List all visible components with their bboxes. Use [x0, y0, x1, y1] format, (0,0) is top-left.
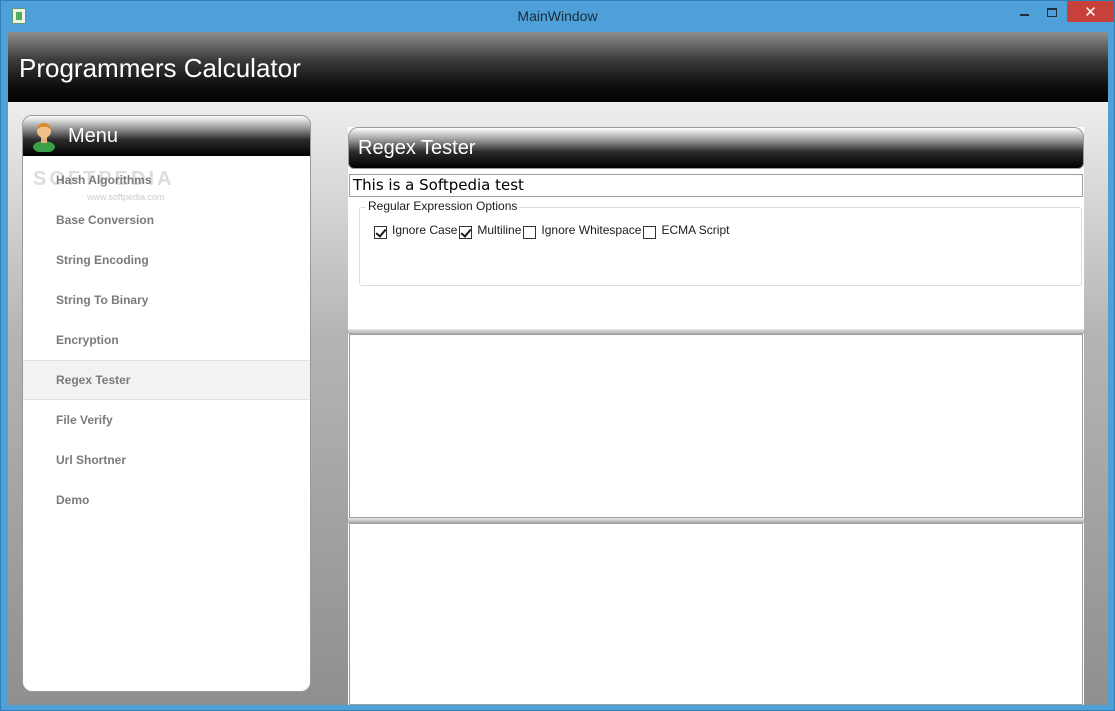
- menu-item-url-shortner[interactable]: Url Shortner: [23, 440, 310, 480]
- option-label: Ignore Case: [392, 223, 458, 237]
- close-icon: ✕: [1084, 3, 1097, 21]
- user-avatar-icon: [33, 123, 55, 152]
- option-ecma-script[interactable]: ECMA Script: [643, 222, 730, 239]
- minimize-icon: [1019, 14, 1029, 16]
- checkbox-icon[interactable]: [643, 225, 657, 239]
- checkbox-icon[interactable]: [523, 225, 537, 239]
- menu-list: Hash Algorithms Base Conversion String E…: [23, 160, 310, 520]
- menu-item-file-verify[interactable]: File Verify: [23, 400, 310, 440]
- menu-item-encryption[interactable]: Encryption: [23, 320, 310, 360]
- option-ignore-whitespace[interactable]: Ignore Whitespace: [523, 222, 642, 239]
- checkbox-icon[interactable]: [374, 225, 387, 239]
- client-area: Programmers Calculator Menu SOFTPEDIA ww…: [8, 32, 1108, 705]
- menu-item-regex-tester[interactable]: Regex Tester: [23, 360, 310, 400]
- content-title: Regex Tester: [358, 137, 476, 159]
- main-window: MainWindow ✕ Programmers Calculator Menu…: [0, 0, 1115, 711]
- options-legend: Regular Expression Options: [366, 199, 520, 213]
- menu-item-demo[interactable]: Demo: [23, 480, 310, 520]
- menu-item-base-conversion[interactable]: Base Conversion: [23, 200, 310, 240]
- app-title: Programmers Calculator: [19, 53, 301, 83]
- app-header: Programmers Calculator: [8, 32, 1108, 102]
- option-ignore-case[interactable]: Ignore Case: [374, 222, 458, 239]
- window-title: MainWindow: [517, 8, 598, 24]
- regex-pattern-area[interactable]: [349, 334, 1083, 518]
- menu-item-string-encoding[interactable]: String Encoding: [23, 240, 310, 280]
- content-panel: Regex Tester This is a Softpedia test Re…: [348, 127, 1084, 705]
- option-label: ECMA Script: [661, 223, 730, 237]
- option-label: Ignore Whitespace: [541, 223, 642, 237]
- title-bar[interactable]: MainWindow ✕: [1, 1, 1114, 32]
- options-group: Regular Expression Options Ignore Case M…: [359, 199, 1082, 286]
- minimize-button[interactable]: [1010, 1, 1038, 23]
- maximize-button[interactable]: [1038, 1, 1065, 23]
- menu-title: Menu: [68, 125, 119, 147]
- regex-input[interactable]: This is a Softpedia test: [349, 174, 1083, 197]
- option-multiline[interactable]: Multiline: [459, 222, 522, 239]
- menu-item-hash-algorithms[interactable]: Hash Algorithms: [23, 160, 310, 200]
- match-results-area[interactable]: [349, 523, 1083, 705]
- close-button[interactable]: ✕: [1067, 1, 1114, 22]
- menu-item-string-to-binary[interactable]: String To Binary: [23, 280, 310, 320]
- options-row: Ignore Case Multiline Ignore Whitespace …: [374, 222, 730, 239]
- maximize-icon: [1046, 7, 1057, 17]
- option-label: Multiline: [477, 223, 522, 237]
- checkbox-icon[interactable]: [459, 225, 473, 239]
- menu-panel: Menu SOFTPEDIA www.softpedia.com Hash Al…: [22, 115, 311, 692]
- content-header: Regex Tester: [348, 127, 1084, 169]
- menu-header: Menu: [23, 116, 310, 156]
